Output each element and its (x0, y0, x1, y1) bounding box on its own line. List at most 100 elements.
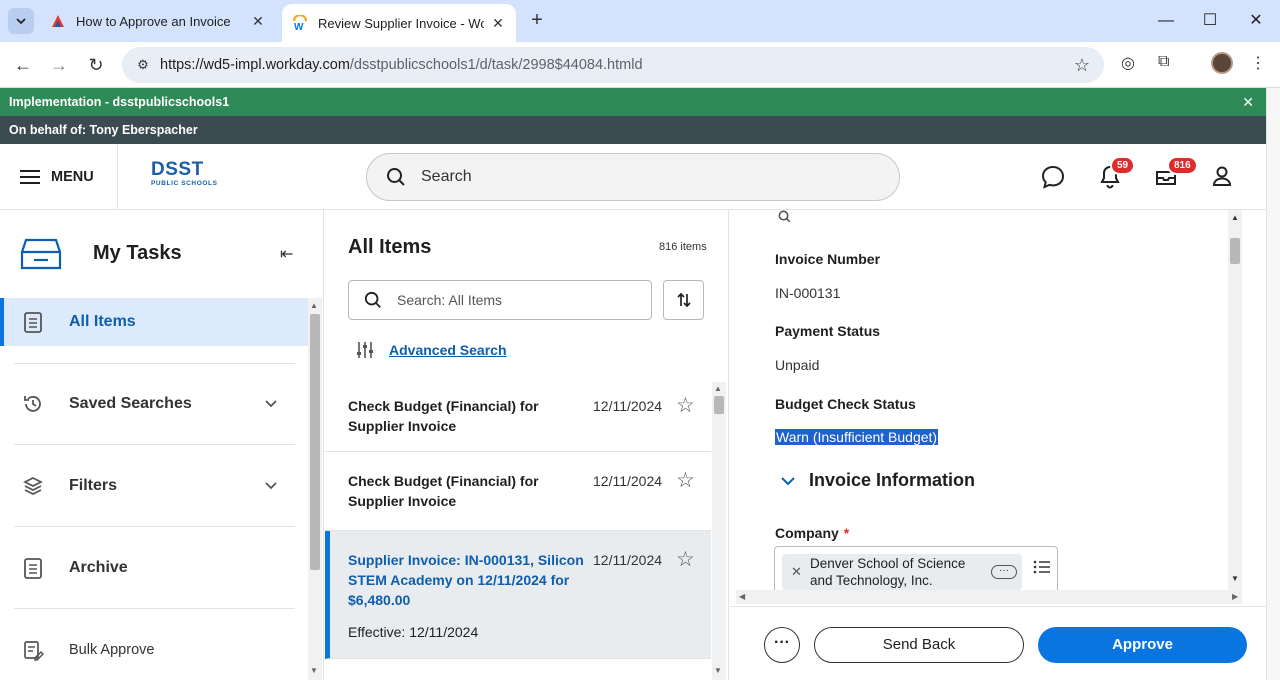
menu-button[interactable]: MENU (20, 166, 94, 188)
scroll-down-icon[interactable]: ▼ (714, 666, 722, 675)
back-button[interactable]: ← (9, 51, 37, 79)
sidebar-item-label: Filters (69, 477, 118, 494)
send-back-button[interactable]: Send Back (814, 627, 1024, 663)
remove-icon[interactable]: ✕ (791, 564, 802, 580)
company-field[interactable]: ✕ Denver School of Science and Technolog… (774, 546, 1058, 596)
browser-tab[interactable]: How to Approve an Invoice ✕ (40, 4, 276, 38)
scroll-right-icon[interactable]: ▶ (1232, 592, 1238, 601)
invoice-information-section[interactable]: Invoice Information (778, 470, 975, 491)
clipboard-icon (24, 558, 42, 579)
detail-horizontal-scrollbar[interactable]: ◀ ▶ (736, 590, 1242, 604)
browser-tab-bar: How to Approve an Invoice ✕ W Review Sup… (0, 0, 1280, 42)
chevron-down-icon (781, 476, 795, 485)
minimize-button[interactable]: — (1146, 6, 1186, 36)
sliders-icon (357, 342, 373, 358)
scroll-down-icon[interactable]: ▼ (1231, 574, 1239, 583)
tab-search-button[interactable] (8, 8, 34, 34)
scrollbar-thumb[interactable] (714, 396, 724, 414)
maximize-button[interactable]: ☐ (1190, 6, 1230, 36)
chat-icon[interactable] (1040, 164, 1066, 190)
sidebar-header: My Tasks ⇤ (0, 210, 308, 298)
more-actions-button[interactable]: ··· (764, 627, 800, 663)
password-manager-icon[interactable]: ◎ (1121, 53, 1135, 73)
tab-title: How to Approve an Invoice (76, 13, 231, 29)
chevron-down-icon[interactable] (264, 481, 278, 491)
browser-tab-active[interactable]: W Review Supplier Invoice - Workday ✕ (282, 4, 516, 42)
profile-avatar[interactable] (1211, 52, 1233, 74)
sidebar-item-label: Saved Searches (69, 395, 192, 412)
list-scrollbar[interactable]: ▲ ▼ (712, 382, 726, 680)
budget-check-value: Warn (Insufficient Budget) (775, 429, 939, 445)
collapse-sidebar-icon[interactable]: ⇤ (280, 244, 293, 264)
dsst-logo[interactable]: DSST PUBLIC SCHOOLS (151, 159, 218, 187)
list-item-selected[interactable]: Supplier Invoice: IN-000131, Silicon STE… (325, 531, 711, 659)
search-icon (387, 168, 405, 186)
sidebar-item-label: Bulk Approve (69, 642, 155, 658)
approve-button[interactable]: Approve (1038, 627, 1247, 663)
extensions-icon[interactable]: ⧉ (1158, 53, 1169, 71)
invoice-number-label: Invoice Number (775, 251, 881, 267)
address-bar[interactable]: ⚙ https://wd5-impl.workday.com/dsstpubli… (122, 47, 1104, 83)
reload-button[interactable]: ↻ (82, 51, 110, 79)
sidebar-item-filters[interactable]: Filters (0, 462, 308, 510)
list-search-input[interactable]: Search: All Items (348, 280, 652, 320)
sidebar-item-bulk-approve[interactable]: Bulk Approve (0, 626, 308, 674)
sidebar-item-saved-searches[interactable]: Saved Searches (0, 380, 308, 428)
scroll-down-icon[interactable]: ▼ (310, 666, 318, 675)
list-count: 816 items (659, 241, 707, 253)
forward-button[interactable]: → (45, 51, 73, 79)
chevron-down-icon[interactable] (264, 399, 278, 409)
close-banner-icon[interactable]: ✕ (1242, 88, 1254, 116)
list-item[interactable]: Check Budget (Financial) for Supplier In… (325, 452, 711, 531)
company-value: Denver School of Science and Technology,… (810, 556, 966, 588)
menu-label: MENU (51, 169, 94, 185)
task-list-pane: All Items 816 items Search: All Items Ad… (325, 210, 729, 680)
close-window-button[interactable]: ✕ (1236, 6, 1276, 36)
environment-text: Implementation - dsstpublicschools1 (9, 95, 230, 109)
list-prompt-icon[interactable] (1033, 559, 1051, 575)
inbox-button[interactable]: 816 (1153, 156, 1198, 190)
related-actions-icon[interactable]: ··· (991, 565, 1017, 579)
site-settings-icon[interactable]: ⚙ (128, 57, 158, 73)
notifications-badge: 59 (1110, 156, 1136, 175)
scrollbar-thumb[interactable] (1230, 238, 1240, 264)
payment-status-label: Payment Status (775, 323, 881, 339)
scroll-up-icon[interactable]: ▲ (310, 301, 318, 310)
sidebar-scrollbar[interactable]: ▲ ▼ (308, 298, 322, 680)
scroll-up-icon[interactable]: ▲ (714, 384, 722, 393)
advanced-search-link[interactable]: Advanced Search (355, 340, 507, 360)
close-tab-icon[interactable]: ✕ (250, 13, 266, 30)
detail-vertical-scrollbar[interactable]: ▲ ▼ (1228, 210, 1242, 590)
list-item-date: 12/11/2024 (593, 398, 663, 414)
profile-button[interactable] (1210, 164, 1236, 190)
star-icon[interactable]: ☆ (676, 393, 695, 418)
search-icon[interactable] (778, 210, 791, 226)
notifications-button[interactable]: 59 (1097, 156, 1136, 190)
header-divider (117, 144, 118, 210)
tab-title: Review Supplier Invoice - Workday (318, 15, 484, 31)
global-search-input[interactable]: Search (366, 153, 900, 201)
browser-menu-icon[interactable]: ⋮ (1250, 53, 1266, 73)
star-icon[interactable]: ☆ (676, 468, 695, 493)
invoice-number-value: IN-000131 (775, 285, 841, 301)
sort-button[interactable] (663, 280, 704, 320)
sidebar-item-label: Archive (69, 559, 128, 576)
workday-favicon-icon: W (292, 15, 308, 31)
section-title: Invoice Information (809, 470, 976, 490)
search-icon (364, 291, 381, 308)
sidebar-item-all-items[interactable]: All Items (0, 298, 308, 346)
scrollbar-thumb[interactable] (310, 314, 320, 570)
sidebar-item-archive[interactable]: Archive (0, 544, 308, 592)
scroll-left-icon[interactable]: ◀ (739, 592, 745, 601)
new-tab-button[interactable]: + (526, 8, 548, 34)
history-icon (24, 396, 41, 412)
close-tab-icon[interactable]: ✕ (490, 15, 506, 32)
bookmark-star-icon[interactable]: ☆ (1074, 55, 1090, 76)
list-item[interactable]: Check Budget (Financial) for Supplier In… (325, 382, 711, 452)
list-item-title: Supplier Invoice: IN-000131, Silicon STE… (348, 552, 584, 608)
company-pill[interactable]: ✕ Denver School of Science and Technolog… (782, 554, 1022, 590)
scroll-up-icon[interactable]: ▲ (1231, 213, 1239, 222)
page-scrollbar[interactable] (1266, 88, 1280, 680)
star-icon[interactable]: ☆ (676, 547, 695, 572)
list-item-title: Check Budget (Financial) for Supplier In… (348, 473, 539, 509)
